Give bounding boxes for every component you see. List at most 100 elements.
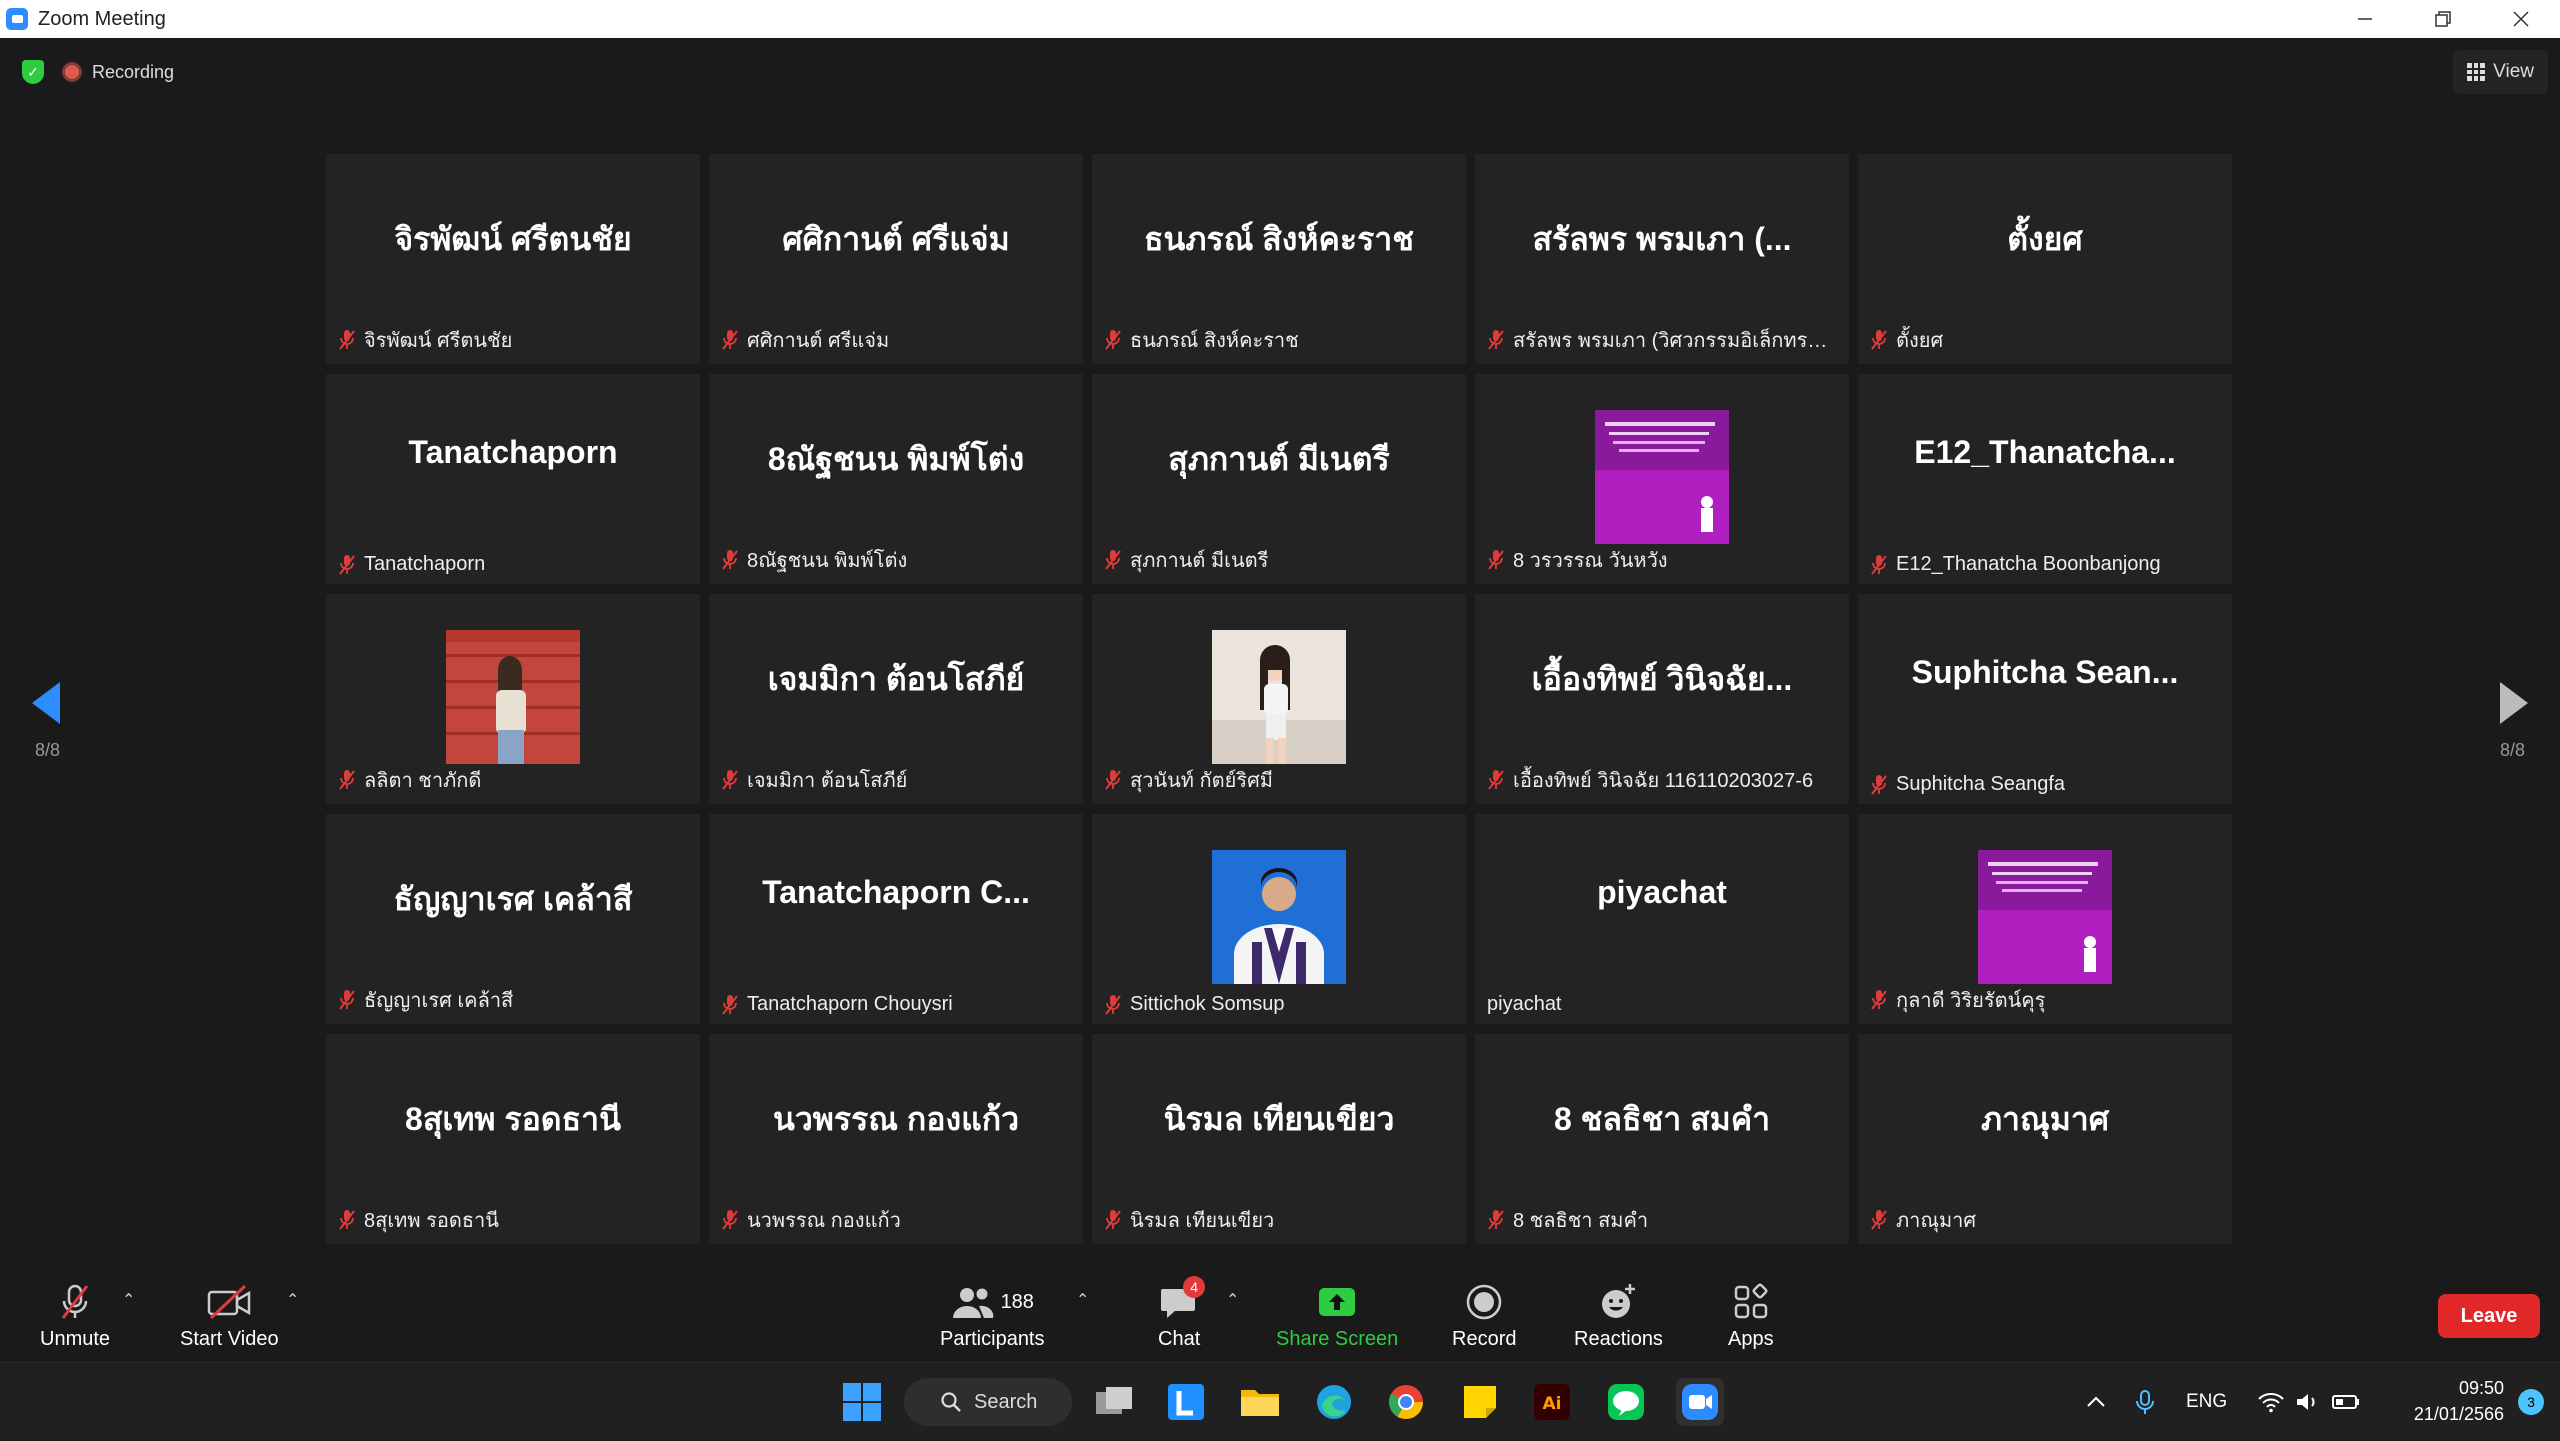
participant-name-caption: ตั้งยศ bbox=[1870, 324, 2222, 356]
participants-label: Participants bbox=[940, 1328, 1045, 1350]
participant-display-name: 8 ชลธิชา สมคำ bbox=[1553, 1101, 1771, 1137]
close-button[interactable] bbox=[2482, 0, 2560, 38]
previous-page-arrow-icon[interactable] bbox=[28, 678, 68, 728]
participant-tile[interactable]: สรัลพร พรมเภา (... สรัลพร พรมเภา (วิศวกรร… bbox=[1475, 154, 1849, 364]
apps-button[interactable]: Apps bbox=[1728, 1280, 1774, 1351]
task-view-button[interactable] bbox=[1090, 1378, 1138, 1426]
participant-tile[interactable]: นิรมล เทียนเขียว นิรมล เทียนเขียว bbox=[1092, 1034, 1466, 1244]
participant-tile[interactable]: กุลาดี วิริยรัตน์คุรุ bbox=[1858, 814, 2232, 1024]
participant-tile[interactable]: 8 วรวรรณ วันหวัง bbox=[1475, 374, 1849, 584]
next-page-arrow-icon[interactable] bbox=[2492, 678, 2532, 728]
muted-microphone-icon bbox=[1105, 770, 1121, 790]
participant-name-label: นิรมล เทียนเขียว bbox=[1130, 1210, 1275, 1232]
tray-overflow-chevron-icon[interactable] bbox=[2084, 1390, 2108, 1414]
leave-button[interactable]: Leave bbox=[2438, 1294, 2540, 1338]
view-label: View bbox=[2493, 61, 2534, 82]
participant-tile[interactable]: ตั้งยศ ตั้งยศ bbox=[1858, 154, 2232, 364]
participant-display-name: Suphitcha Sean... bbox=[1911, 654, 2179, 690]
participant-tile[interactable]: Tanatchaporn Tanatchaporn bbox=[326, 374, 700, 584]
share-screen-button[interactable]: Share Screen bbox=[1276, 1280, 1398, 1351]
participant-name-caption: นวพรรณ กองแก้ว bbox=[721, 1204, 1073, 1236]
audio-options-caret-icon[interactable]: ⌃ bbox=[122, 1290, 135, 1310]
participant-display-name: Tanatchaporn bbox=[408, 434, 618, 470]
reactions-button[interactable]: Reactions bbox=[1574, 1280, 1663, 1351]
reactions-label: Reactions bbox=[1574, 1328, 1663, 1350]
muted-microphone-icon bbox=[339, 990, 355, 1010]
taskbar-zoom[interactable] bbox=[1676, 1378, 1724, 1426]
participant-tile[interactable]: Sittichok Somsup bbox=[1092, 814, 1466, 1024]
participant-tile[interactable]: piyachat piyachat bbox=[1475, 814, 1849, 1024]
taskbar-clock[interactable]: 09:50 21/01/2566 bbox=[2414, 1375, 2504, 1427]
start-video-button[interactable]: Start Video bbox=[180, 1280, 279, 1351]
participant-tile[interactable]: สุภกานต์ มีเนตรี สุภกานต์ มีเนตรี bbox=[1092, 374, 1466, 584]
taskbar-line[interactable] bbox=[1602, 1378, 1650, 1426]
participant-tile[interactable]: ธัญญาเรศ เคล้าสี ธัญญาเรศ เคล้าสี bbox=[326, 814, 700, 1024]
tray-microphone-icon[interactable] bbox=[2134, 1389, 2156, 1415]
participant-name-caption: กุลาดี วิริยรัตน์คุรุ bbox=[1870, 984, 2222, 1016]
taskbar-chrome[interactable] bbox=[1382, 1378, 1430, 1426]
start-menu-button[interactable] bbox=[838, 1378, 886, 1426]
restore-button[interactable] bbox=[2404, 0, 2482, 38]
volume-icon[interactable] bbox=[2295, 1391, 2321, 1413]
participant-tile[interactable]: สุวนันท์ กัตย์ริศมี bbox=[1092, 594, 1466, 804]
participant-name-caption: เอื้องทิพย์ วินิจฉัย 116110203027-6 bbox=[1487, 764, 1839, 796]
system-tray: ENG bbox=[2084, 1363, 2361, 1441]
participant-tile[interactable]: Tanatchaporn C... Tanatchaporn Chouysri bbox=[709, 814, 1083, 1024]
wifi-icon[interactable] bbox=[2257, 1391, 2285, 1413]
participant-tile[interactable]: นวพรรณ กองแก้ว นวพรรณ กองแก้ว bbox=[709, 1034, 1083, 1244]
participant-name-label: 8 ชลธิชา สมคำ bbox=[1513, 1210, 1649, 1232]
taskbar-edge[interactable] bbox=[1310, 1378, 1358, 1426]
input-language[interactable]: ENG bbox=[2186, 1391, 2227, 1413]
muted-microphone-icon bbox=[1871, 774, 1887, 795]
grid-view-icon bbox=[2467, 63, 2486, 81]
windows-taskbar: Search Ai ENG 09:50 21/01/2566 3 bbox=[0, 1362, 2560, 1440]
line-messenger-icon bbox=[1608, 1384, 1644, 1420]
taskbar-search[interactable]: Search bbox=[904, 1378, 1072, 1426]
unmute-button[interactable]: Unmute bbox=[40, 1280, 110, 1351]
participant-tile[interactable]: เอื้องทิพย์ วินิจฉัย... เอื้องทิพย์ วินิจ… bbox=[1475, 594, 1849, 804]
participant-tile[interactable]: 8ณัฐชนน พิมพ์โต่ง 8ณัฐชนน พิมพ์โต่ง bbox=[709, 374, 1083, 584]
notification-count-badge[interactable]: 3 bbox=[2518, 1389, 2544, 1415]
participant-display-name: เอื้องทิพย์ วินิจฉัย... bbox=[1531, 661, 1793, 697]
close-icon bbox=[2513, 11, 2529, 27]
chat-button[interactable]: 4 Chat bbox=[1158, 1276, 1206, 1351]
participant-name-label: Suphitcha Seangfa bbox=[1896, 773, 2066, 795]
participant-tile[interactable]: ลลิตา ชาภักดี bbox=[326, 594, 700, 804]
muted-microphone-icon bbox=[1871, 990, 1887, 1010]
participant-display-name: ศศิกานต์ ศรีแจ่ม bbox=[782, 221, 1010, 257]
muted-microphone-icon bbox=[722, 330, 738, 350]
participant-tile[interactable]: ธนภรณ์ สิงห์คะราช ธนภรณ์ สิงห์คะราช bbox=[1092, 154, 1466, 364]
participant-tile[interactable]: 8 ชลธิชา สมคำ 8 ชลธิชา สมคำ bbox=[1475, 1034, 1849, 1244]
muted-microphone-icon bbox=[1105, 550, 1121, 570]
record-button[interactable]: Record bbox=[1452, 1280, 1516, 1351]
participant-tile[interactable]: ภาณุมาศ ภาณุมาศ bbox=[1858, 1034, 2232, 1244]
participant-tile[interactable]: เจมมิกา ต้อนโสภีย์ เจมมิกา ต้อนโสภีย์ bbox=[709, 594, 1083, 804]
participant-name-caption: Tanatchaporn bbox=[338, 553, 690, 576]
encryption-shield-icon[interactable]: ✓ bbox=[22, 60, 44, 84]
participants-options-caret-icon[interactable]: ⌃ bbox=[1076, 1290, 1089, 1310]
taskbar-app-l[interactable] bbox=[1162, 1378, 1210, 1426]
recording-label[interactable]: Recording bbox=[92, 62, 174, 83]
chat-options-caret-icon[interactable]: ⌃ bbox=[1226, 1290, 1239, 1310]
meeting-status: ✓ Recording bbox=[22, 60, 174, 84]
edge-browser-icon bbox=[1317, 1385, 1351, 1419]
participants-button[interactable]: 188 Participants bbox=[940, 1280, 1045, 1351]
taskbar-sticky-notes[interactable] bbox=[1456, 1378, 1504, 1426]
share-screen-icon bbox=[1319, 1288, 1356, 1316]
participant-tile[interactable]: จิรพัฒน์ ศรีตนชัย จิรพัฒน์ ศรีตนชัย bbox=[326, 154, 700, 364]
participant-tile[interactable]: 8สุเทพ รอดธานี 8สุเทพ รอดธานี bbox=[326, 1034, 700, 1244]
participant-name-label: Sittichok Somsup bbox=[1130, 993, 1285, 1015]
participant-tile[interactable]: E12_Thanatcha... E12_Thanatcha Boonbanjon… bbox=[1858, 374, 2232, 584]
participant-name-label: E12_Thanatcha Boonbanjong bbox=[1896, 553, 2161, 575]
participant-name-caption: นิรมล เทียนเขียว bbox=[1104, 1204, 1456, 1236]
taskbar-file-explorer[interactable] bbox=[1236, 1378, 1284, 1426]
view-button[interactable]: View bbox=[2453, 50, 2548, 94]
minimize-button[interactable] bbox=[2326, 0, 2404, 38]
participant-display-name: Tanatchaporn C... bbox=[762, 874, 1030, 910]
participant-tile[interactable]: Suphitcha Sean... Suphitcha Seangfa bbox=[1858, 594, 2232, 804]
participant-tile[interactable]: ศศิกานต์ ศรีแจ่ม ศศิกานต์ ศรีแจ่ม bbox=[709, 154, 1083, 364]
taskbar-illustrator[interactable]: Ai bbox=[1528, 1378, 1576, 1426]
page-indicator-right: 8/8 bbox=[2499, 740, 2525, 760]
battery-icon[interactable] bbox=[2331, 1391, 2361, 1413]
video-options-caret-icon[interactable]: ⌃ bbox=[286, 1290, 299, 1310]
